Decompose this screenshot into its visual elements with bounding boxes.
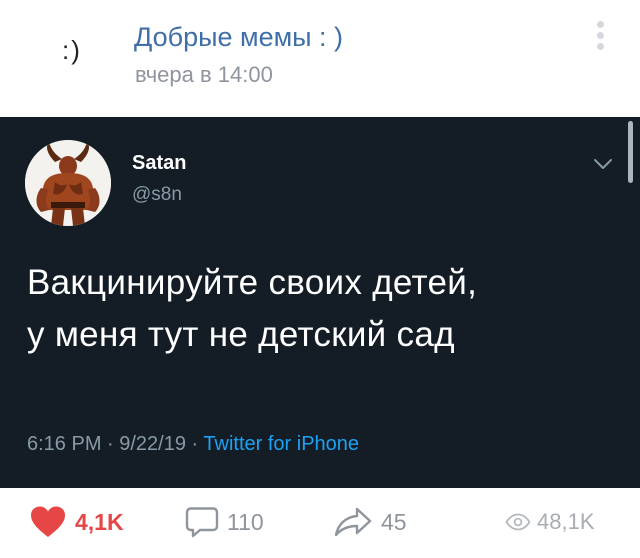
tweet-text-line: у меня тут не детский сад — [27, 315, 455, 354]
views-count: 48,1K — [537, 509, 595, 534]
share-count: 45 — [381, 508, 407, 535]
tweet-text: Вакцинируйте своих детей, у меня тут не … — [27, 257, 627, 361]
tweet-text-line: Вакцинируйте своих детей, — [27, 263, 478, 302]
heart-icon — [31, 506, 65, 537]
satan-avatar — [25, 140, 111, 226]
group-avatar[interactable]: :) — [44, 22, 100, 78]
tweet-meta: 6:16 PM · 9/22/19 · Twitter for iPhone — [27, 433, 359, 456]
post-footer: 4,1K 110 45 48,1K — [0, 488, 640, 558]
like-button[interactable]: 4,1K — [29, 505, 124, 539]
share-icon — [334, 507, 372, 537]
tweet-source-link[interactable]: Twitter for iPhone — [203, 433, 359, 455]
eye-icon — [505, 513, 531, 531]
share-button[interactable]: 45 — [333, 505, 407, 539]
more-options-icon[interactable] — [588, 18, 612, 58]
tweet-screenshot[interactable]: Satan @s8n Вакцинируйте своих детей, у м… — [0, 117, 640, 488]
tweet-datetime: 6:16 PM · 9/22/19 · — [27, 433, 204, 455]
scrollbar — [628, 121, 633, 183]
chevron-down-icon[interactable] — [592, 157, 614, 171]
comment-icon — [185, 507, 219, 538]
post-timestamp[interactable]: вчера в 14:00 — [135, 62, 273, 88]
views-counter: 48,1K — [505, 505, 595, 539]
comment-count: 110 — [227, 508, 264, 535]
tweet-author-name[interactable]: Satan — [132, 152, 186, 175]
comment-button[interactable]: 110 — [185, 505, 264, 539]
like-count: 4,1K — [75, 508, 124, 535]
post-header: :) Добрые мемы : ) вчера в 14:00 — [0, 0, 640, 117]
tweet-handle[interactable]: @s8n — [132, 184, 182, 206]
group-name-link[interactable]: Добрые мемы : ) — [134, 22, 343, 53]
